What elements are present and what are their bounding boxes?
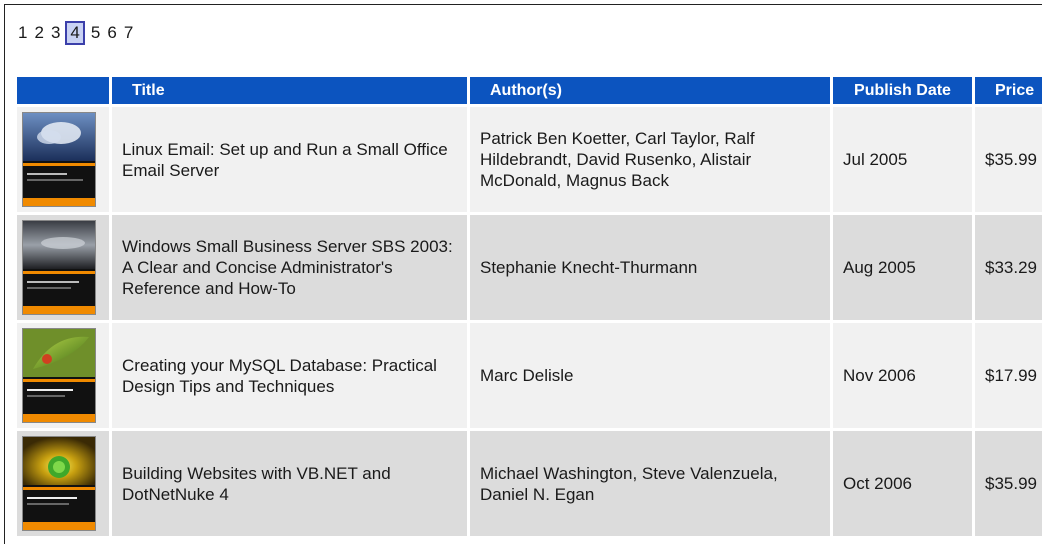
cover-cell: [17, 431, 109, 536]
book-cover-windows-sbs-icon: [23, 221, 95, 269]
book-authors: Marc Delisle: [470, 323, 830, 428]
page-link-1[interactable]: 1: [16, 21, 29, 45]
book-authors: Stephanie Knecht-Thurmann: [470, 215, 830, 320]
book-authors: Patrick Ben Koetter, Carl Taylor, Ralf H…: [470, 107, 830, 212]
book-cover-image[interactable]: [23, 113, 95, 206]
column-header-cover: [17, 77, 109, 104]
page-link-2[interactable]: 2: [32, 21, 45, 45]
column-header-authors[interactable]: Author(s): [470, 77, 830, 104]
book-price: $35.99: [975, 107, 1042, 212]
book-authors: Michael Washington, Steve Valenzuela, Da…: [470, 431, 830, 536]
page-link-6[interactable]: 6: [105, 21, 118, 45]
book-cover-vbnet-dotnetnuke-icon: [23, 437, 95, 485]
book-cover-mysql-database-icon: [23, 329, 95, 377]
cover-cell: [17, 323, 109, 428]
table-header-row: Title Author(s) Publish Date Price: [17, 77, 1042, 104]
book-cover-image[interactable]: [23, 437, 95, 530]
book-publish-date: Oct 2006: [833, 431, 972, 536]
column-header-title[interactable]: Title: [112, 77, 467, 104]
book-price: $17.99: [975, 323, 1042, 428]
table-row[interactable]: Building Websites with VB.NET and DotNet…: [17, 431, 1042, 536]
book-title[interactable]: Windows Small Business Server SBS 2003: …: [112, 215, 467, 320]
pagination: 1 2 3 4 5 6 7: [16, 20, 138, 46]
column-header-publish-date[interactable]: Publish Date: [833, 77, 972, 104]
table-row[interactable]: Linux Email: Set up and Run a Small Offi…: [17, 107, 1042, 212]
book-publish-date: Jul 2005: [833, 107, 972, 212]
book-cover-linux-email-icon: [23, 113, 95, 161]
page-link-4-current[interactable]: 4: [65, 21, 85, 45]
page-link-5[interactable]: 5: [89, 21, 102, 45]
page-link-7[interactable]: 7: [122, 21, 135, 45]
table-row[interactable]: Windows Small Business Server SBS 2003: …: [17, 215, 1042, 320]
table-row[interactable]: Creating your MySQL Database: Practical …: [17, 323, 1042, 428]
book-cover-image[interactable]: [23, 329, 95, 422]
book-publish-date: Nov 2006: [833, 323, 972, 428]
book-publish-date: Aug 2005: [833, 215, 972, 320]
book-title[interactable]: Building Websites with VB.NET and DotNet…: [112, 431, 467, 536]
book-title[interactable]: Linux Email: Set up and Run a Small Offi…: [112, 107, 467, 212]
page-link-3[interactable]: 3: [49, 21, 62, 45]
book-price: $33.29: [975, 215, 1042, 320]
book-title[interactable]: Creating your MySQL Database: Practical …: [112, 323, 467, 428]
book-cover-image[interactable]: [23, 221, 95, 314]
book-price: $35.99: [975, 431, 1042, 536]
cover-cell: [17, 107, 109, 212]
cover-cell: [17, 215, 109, 320]
column-header-price[interactable]: Price: [975, 77, 1042, 104]
books-table: Title Author(s) Publish Date Price Linux…: [14, 74, 1042, 539]
